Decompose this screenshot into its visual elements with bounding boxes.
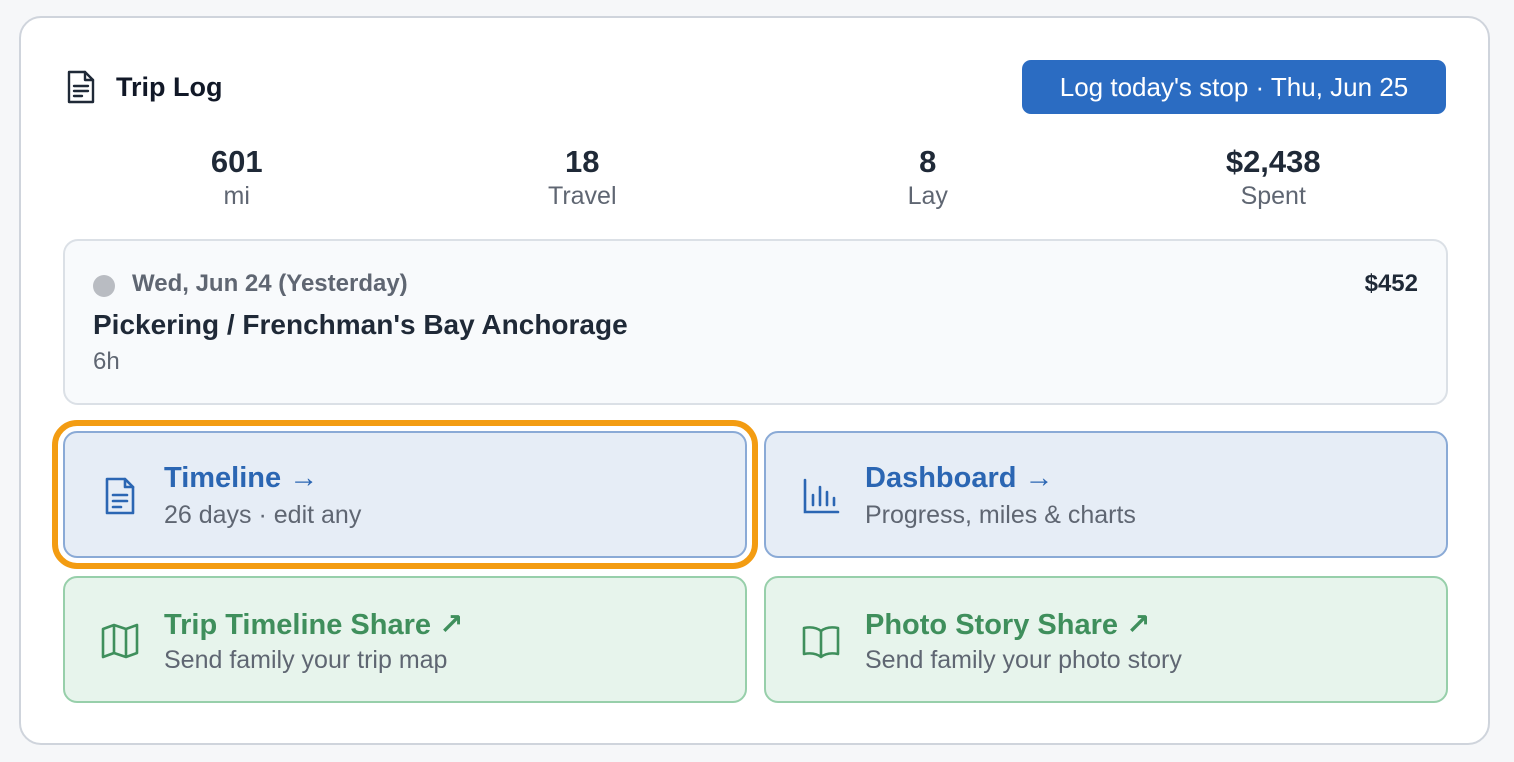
tile-subtitle: Send family your trip map (164, 646, 448, 674)
timeline-tile[interactable]: Timeline → 26 days · edit any (52, 420, 758, 569)
stat-travel: 18 Travel (410, 144, 756, 228)
tile-title: Timeline → (164, 462, 318, 495)
stat-value: 601 (210, 144, 263, 179)
stat-value: 18 (565, 144, 600, 179)
tile-title: Trip Timeline Share ↗ (164, 607, 463, 642)
open-book-icon (800, 620, 842, 662)
title-group: Trip Log (64, 68, 222, 106)
tile-title-text: Dashboard (865, 462, 1017, 494)
bar-chart-icon (800, 475, 842, 517)
photo-story-share-tile[interactable]: Photo Story Share ↗ Send family your pho… (764, 576, 1448, 703)
arrow-up-right-icon: ↗ (439, 609, 464, 641)
entry-place: Pickering / Frenchman's Bay Anchorage (93, 309, 628, 340)
stat-label: Travel (547, 182, 617, 210)
card-header: Trip Log Log today's stop · Thu, Jun 25 (64, 60, 1446, 116)
stat-label: Spent (1240, 182, 1306, 210)
tile-title: Dashboard → (865, 462, 1054, 495)
stats-row: 601 mi 18 Travel 8 Lay $2,438 Spent (64, 144, 1446, 228)
map-icon (99, 620, 141, 662)
arrow-right-icon: → (289, 462, 319, 494)
tile-subtitle: Send family your photo story (865, 646, 1182, 674)
stat-value: $2,438 (1225, 144, 1321, 179)
stat-value: 8 (919, 144, 937, 179)
status-dot (93, 275, 115, 297)
latest-entry-card[interactable]: Wed, Jun 24 (Yesterday) $452 Pickering /… (63, 239, 1448, 405)
tile-title-text: Trip Timeline Share (164, 609, 432, 641)
stat-label: Lay (907, 182, 948, 210)
dashboard-tile[interactable]: Dashboard → Progress, miles & charts (764, 431, 1448, 558)
entry-duration: 6h (93, 348, 120, 375)
stat-spent: $2,438 Spent (1101, 144, 1447, 228)
arrow-up-right-icon: ↗ (1126, 609, 1151, 641)
trip-timeline-share-tile[interactable]: Trip Timeline Share ↗ Send family your t… (63, 576, 747, 703)
document-icon (64, 68, 98, 106)
card-title: Trip Log (116, 71, 223, 102)
tile-subtitle: 26 days · edit any (164, 501, 362, 529)
document-icon (99, 475, 141, 517)
stat-miles: 601 mi (64, 144, 410, 228)
entry-date: Wed, Jun 24 (Yesterday) (132, 270, 408, 297)
log-today-stop-button[interactable]: Log today's stop · Thu, Jun 25 (1022, 60, 1446, 114)
stat-lay: 8 Lay (755, 144, 1101, 228)
tile-title-text: Timeline (164, 462, 282, 494)
tile-subtitle: Progress, miles & charts (865, 501, 1136, 529)
arrow-right-icon: → (1024, 462, 1054, 494)
tile-title-text: Photo Story Share (865, 609, 1118, 641)
trip-log-card: Trip Log Log today's stop · Thu, Jun 25 … (19, 16, 1490, 745)
stat-label: mi (223, 182, 250, 210)
tile-title: Photo Story Share ↗ (865, 607, 1150, 642)
entry-amount: $452 (1364, 270, 1418, 297)
